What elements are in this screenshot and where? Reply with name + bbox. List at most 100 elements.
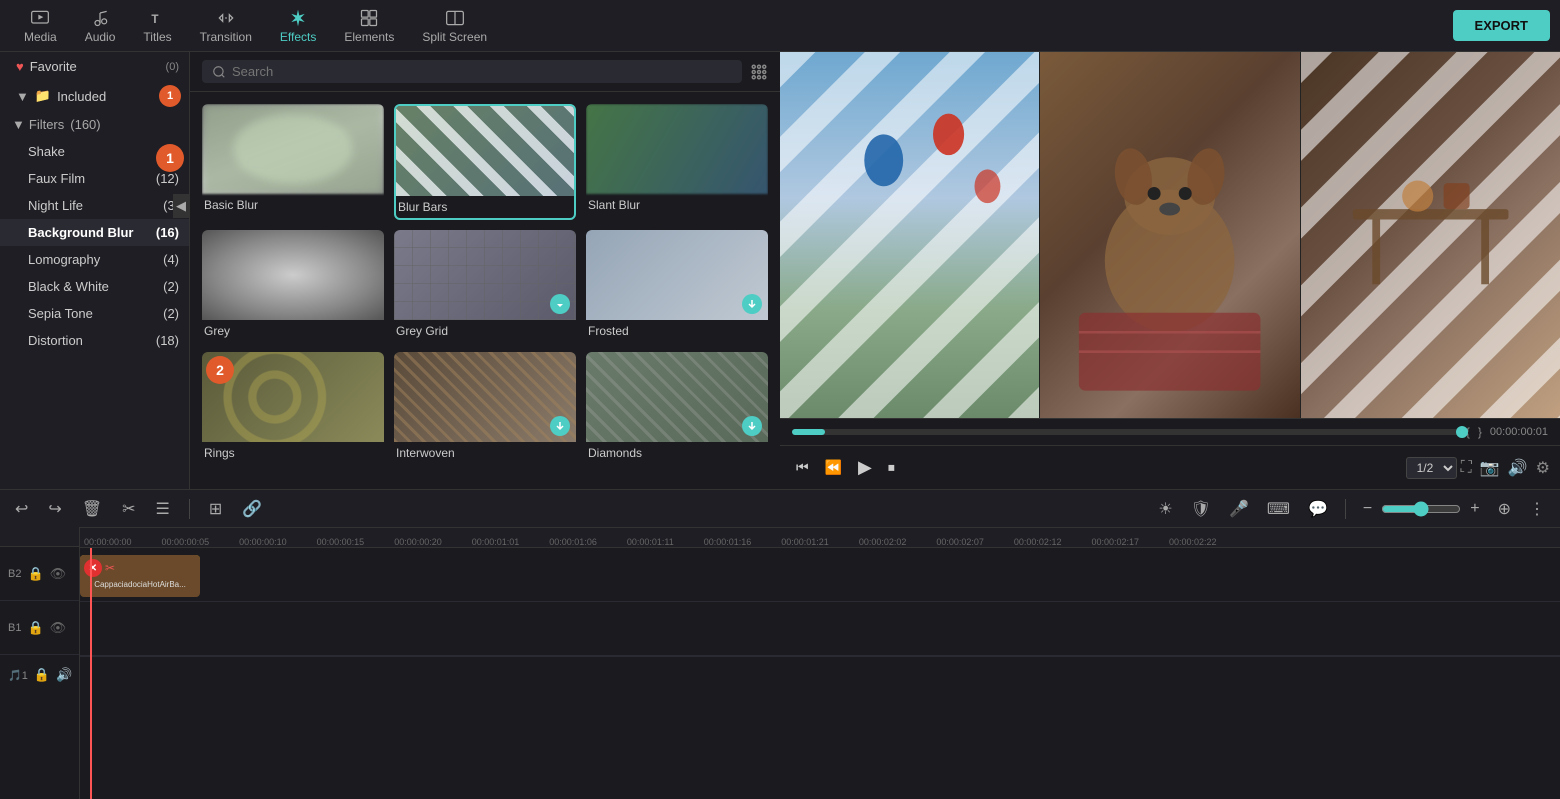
- cut-icon[interactable]: ✂: [117, 496, 140, 522]
- grid-options-icon[interactable]: [750, 63, 768, 81]
- step-back-button[interactable]: ⏪: [819, 455, 848, 480]
- audio-track-number: 🎵1: [8, 669, 28, 682]
- zoom-slider[interactable]: [1381, 501, 1461, 517]
- effect-diamonds[interactable]: Diamonds: [586, 352, 768, 464]
- add-track-icon[interactable]: ⊕: [1493, 496, 1516, 522]
- zoom-out-icon[interactable]: −: [1358, 497, 1377, 521]
- export-button[interactable]: EXPORT: [1453, 10, 1550, 41]
- video-clip-label: CappaciadociaHotAirBa...: [94, 580, 186, 589]
- effect-thumbnail-basic-blur: [202, 104, 384, 194]
- effect-basic-blur[interactable]: Basic Blur: [202, 104, 384, 220]
- eye-icon-1[interactable]: 👁: [50, 620, 67, 636]
- nav-transition[interactable]: Transition: [186, 4, 266, 48]
- sidebar-sepia-tone[interactable]: Sepia Tone (2): [0, 300, 189, 327]
- effect-interwoven[interactable]: Interwoven: [394, 352, 576, 464]
- delete-icon[interactable]: 🗑: [77, 496, 107, 522]
- nav-split-screen[interactable]: Split Screen: [408, 4, 501, 48]
- ruler-202: 00:00:02:02: [859, 537, 937, 547]
- nav-titles[interactable]: T Titles: [129, 4, 185, 48]
- search-box[interactable]: [202, 60, 742, 83]
- progress-handle[interactable]: [1456, 426, 1468, 438]
- volume-icon[interactable]: 🔊: [1508, 458, 1528, 478]
- menu-icon[interactable]: ☰: [151, 496, 175, 522]
- sidebar-black-white[interactable]: Black & White (2): [0, 273, 189, 300]
- timeline-right-icons: ☀ 🛡 🎤 ⌨ 💬 − + ⊕ ⋮: [1153, 496, 1550, 522]
- ruler-00: 00:00:00:00: [84, 537, 162, 547]
- effect-grey-grid[interactable]: Grey Grid: [394, 230, 576, 342]
- settings-icon[interactable]: ⚙: [1536, 458, 1550, 478]
- effects-panel: Basic Blur Blur Bars Slant Blur Grey: [190, 52, 780, 489]
- sidebar-distortion[interactable]: Distortion (18): [0, 327, 189, 354]
- track-2-number: B2: [8, 568, 21, 580]
- folder-icon: ▼: [16, 89, 29, 104]
- lock-icon-2[interactable]: 🔒: [27, 566, 43, 582]
- caption-icon[interactable]: ⌨: [1262, 496, 1295, 522]
- scissors-icon[interactable]: ✂: [105, 561, 115, 575]
- stop-button[interactable]: ⏹: [882, 455, 901, 480]
- effect-label-grey: Grey: [202, 320, 384, 342]
- fullscreen-icon[interactable]: ⛶: [1461, 459, 1472, 477]
- timeline-toolbar: ↩ ↪ 🗑 ✂ ☰ ⊞ 🔗 ☀ 🛡 🎤 ⌨ 💬 − + ⊕ ⋮: [0, 490, 1560, 528]
- dog-svg: [1040, 52, 1299, 418]
- quality-select[interactable]: 1/2: [1406, 457, 1457, 479]
- video-clip[interactable]: ✕ ✂ CappaciadociaHotAirBa...: [80, 555, 200, 597]
- timeline-content: 00:00:00:00 00:00:00:05 00:00:00:10 00:0…: [0, 528, 1560, 799]
- table-svg: [1301, 52, 1560, 418]
- ruler-106: 00:00:01:06: [549, 537, 627, 547]
- main-content: ♥ Favorite (0) ▼ 📁 Included 1 ▼ Filters …: [0, 52, 1560, 489]
- nav-audio[interactable]: Audio: [71, 4, 130, 48]
- play-button[interactable]: ▶: [852, 453, 878, 482]
- volume-icon-audio[interactable]: 🔊: [56, 667, 72, 683]
- sidebar-item-included[interactable]: ▼ 📁 Included 1: [0, 81, 189, 111]
- audio-track-row: [80, 656, 1560, 696]
- remove-icon[interactable]: ✕: [84, 559, 102, 577]
- panel-collapse-arrow[interactable]: ◀: [173, 194, 189, 218]
- effect-label-frosted: Frosted: [586, 320, 768, 342]
- ruler-15: 00:00:00:15: [317, 537, 395, 547]
- effect-slant-blur[interactable]: Slant Blur: [586, 104, 768, 220]
- nav-effects[interactable]: Effects: [266, 4, 330, 48]
- time-total: 00:00:00:01: [1490, 426, 1548, 438]
- add-media-icon[interactable]: ⊞: [204, 496, 227, 522]
- redo-icon[interactable]: ↪: [43, 496, 66, 522]
- sun-icon[interactable]: ☀: [1153, 496, 1177, 522]
- sidebar-background-blur[interactable]: Background Blur (16): [0, 219, 189, 246]
- playhead: [90, 548, 92, 799]
- effect-frosted[interactable]: Frosted: [586, 230, 768, 342]
- skip-back-button[interactable]: ⏮: [790, 455, 815, 480]
- ruler-217: 00:00:02:17: [1091, 537, 1169, 547]
- undo-icon[interactable]: ↩: [10, 496, 33, 522]
- sidebar-lomography[interactable]: Lomography (4): [0, 246, 189, 273]
- search-input[interactable]: [232, 64, 732, 79]
- ruler-116: 00:00:01:16: [704, 537, 782, 547]
- effect-grey[interactable]: Grey: [202, 230, 384, 342]
- sidebar-filters-section[interactable]: ▼ Filters (160): [0, 111, 189, 138]
- ruler-212: 00:00:02:12: [1014, 537, 1092, 547]
- zoom-in-icon[interactable]: +: [1465, 497, 1484, 521]
- mic-icon[interactable]: 🎤: [1224, 496, 1254, 522]
- effects-toolbar: [190, 52, 780, 92]
- track-row-1: ✕ ✂ CappaciadociaHotAirBa...: [80, 602, 1560, 656]
- sidebar-item-favorite[interactable]: ♥ Favorite (0): [0, 52, 189, 81]
- effect-rings[interactable]: 2 Rings: [202, 352, 384, 464]
- more-options-icon[interactable]: ⋮: [1524, 496, 1550, 522]
- download-badge-diamonds: [742, 416, 762, 436]
- effect-label-rings: Rings: [202, 442, 384, 464]
- sidebar-night-life[interactable]: Night Life (3) ◀: [0, 192, 189, 219]
- shield-icon[interactable]: 🛡: [1186, 496, 1216, 522]
- nav-media[interactable]: Media: [10, 4, 71, 48]
- annotation-1: 1: [156, 144, 184, 172]
- link-icon[interactable]: 🔗: [237, 496, 267, 522]
- progress-bar[interactable]: [792, 429, 1462, 435]
- eye-icon-2[interactable]: 👁: [50, 566, 67, 582]
- effect-thumbnail-slant-blur: [586, 104, 768, 194]
- lock-icon-audio[interactable]: 🔒: [34, 667, 50, 683]
- svg-text:T: T: [151, 13, 158, 26]
- effect-blur-bars[interactable]: Blur Bars: [394, 104, 576, 220]
- camera-icon[interactable]: 📷: [1480, 458, 1500, 478]
- lock-icon-1[interactable]: 🔒: [27, 620, 43, 636]
- timeline: ↩ ↪ 🗑 ✂ ☰ ⊞ 🔗 ☀ 🛡 🎤 ⌨ 💬 − + ⊕ ⋮: [0, 489, 1560, 799]
- nav-elements[interactable]: Elements: [330, 4, 408, 48]
- tracks-container: ★ Blur Bars ✕ ✂ CappaciadociaHotAirBa...: [80, 548, 1560, 799]
- subtitle-icon[interactable]: 💬: [1303, 496, 1333, 522]
